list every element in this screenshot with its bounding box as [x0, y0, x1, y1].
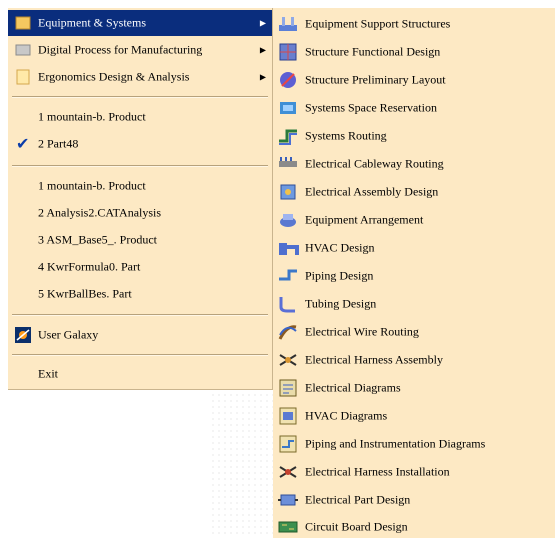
menu-item-ergonomics[interactable]: Ergonomics Design & Analysis ▶ [8, 64, 272, 90]
cableway-routing-icon [279, 157, 297, 167]
harness-assembly-icon [279, 354, 297, 366]
recent-window-label: 1 mountain-b. Product [38, 109, 146, 124]
submenu-item-label: Electrical Diagrams [305, 380, 401, 395]
menu-item-exit[interactable]: Exit [8, 361, 272, 387]
submenu-item-equipment-support[interactable]: Equipment Support Structures [273, 10, 555, 38]
menu-separator [12, 314, 268, 316]
submenu-item-label: Systems Space Reservation [305, 100, 437, 115]
submenu-item-harness-assembly[interactable]: Electrical Harness Assembly [273, 346, 555, 374]
recent-file-item[interactable]: 1 mountain-b. Product [8, 173, 272, 199]
menu-separator [12, 96, 268, 98]
hvac-diagrams-icon [279, 407, 297, 425]
menu-item-label: Exit [38, 366, 58, 381]
submenu-item-label: Electrical Cableway Routing [305, 156, 444, 171]
circuit-board-icon [278, 521, 298, 533]
ergonomics-icon [16, 69, 30, 85]
submenu-item-label: Electrical Harness Installation [305, 464, 450, 479]
submenu-item-piping-instrumentation[interactable]: Piping and Instrumentation Diagrams [273, 430, 555, 458]
submenu-item-label: Piping Design [305, 268, 374, 283]
submenu-item-structure-preliminary[interactable]: Structure Preliminary Layout [273, 66, 555, 94]
piping-design-icon [279, 269, 297, 281]
submenu-item-electrical-assembly[interactable]: Electrical Assembly Design [273, 178, 555, 206]
user-galaxy-icon [15, 327, 31, 343]
menu-item-label: Digital Process for Manufacturing [38, 42, 203, 57]
menu-item-digital-process[interactable]: Digital Process for Manufacturing ▶ [8, 37, 272, 63]
submenu-item-electrical-diagrams[interactable]: Electrical Diagrams [273, 374, 555, 402]
menu-item-label: Equipment & Systems [38, 15, 146, 30]
systems-routing-icon [279, 129, 297, 145]
submenu-item-label: Electrical Harness Assembly [305, 352, 443, 367]
electrical-assembly-icon [280, 184, 296, 200]
submenu-item-wire-routing[interactable]: Electrical Wire Routing [273, 318, 555, 346]
submenu-item-label: Structure Preliminary Layout [305, 72, 446, 87]
submenu-item-piping-design[interactable]: Piping Design [273, 262, 555, 290]
submenu-item-harness-installation[interactable]: Electrical Harness Installation [273, 458, 555, 486]
submenu-item-label: Equipment Support Structures [305, 16, 451, 31]
submenu-item-hvac-design[interactable]: HVAC Design [273, 234, 555, 262]
recent-window-item[interactable]: ✔ 2 Part48 [8, 131, 272, 157]
submenu-item-hvac-diagrams[interactable]: HVAC Diagrams [273, 402, 555, 430]
submenu-arrow-icon: ▶ [259, 45, 266, 55]
recent-file-item[interactable]: 3 ASM_Base5_. Product [8, 227, 272, 253]
electrical-diagrams-icon [279, 379, 297, 397]
digital-process-icon [15, 44, 31, 56]
piping-instrumentation-icon [279, 435, 297, 453]
submenu-item-label: Structure Functional Design [305, 44, 441, 59]
menu-separator [12, 165, 268, 167]
equipment-systems-icon [15, 16, 31, 30]
recent-file-label: 2 Analysis2.CATAnalysis [38, 205, 162, 220]
submenu-item-cableway-routing[interactable]: Electrical Cableway Routing [273, 150, 555, 178]
recent-window-label: 2 Part48 [38, 136, 79, 151]
submenu-item-label: Circuit Board Design [305, 519, 408, 534]
submenu-item-label: Systems Routing [305, 128, 387, 143]
submenu-item-label: HVAC Diagrams [305, 408, 388, 423]
submenu-item-label: Electrical Wire Routing [305, 324, 419, 339]
menu-item-user-galaxy[interactable]: User Galaxy [8, 322, 272, 348]
electrical-part-icon [278, 494, 298, 506]
submenu-item-circuit-board[interactable]: Circuit Board Design [273, 513, 555, 541]
submenu-item-label: Electrical Assembly Design [305, 184, 439, 199]
menu-item-label: User Galaxy [38, 327, 99, 342]
submenu-item-structure-functional[interactable]: Structure Functional Design [273, 38, 555, 66]
menu-separator [12, 354, 268, 356]
wire-routing-icon [278, 325, 297, 340]
hvac-design-icon [279, 243, 299, 255]
tubing-design-icon [279, 297, 295, 313]
menu-item-label: Ergonomics Design & Analysis [38, 69, 190, 84]
checkmark-icon: ✔ [16, 134, 30, 153]
start-menu: Equipment & Systems ▶ Digital Process fo… [8, 8, 273, 390]
submenu-item-label: Piping and Instrumentation Diagrams [305, 436, 486, 451]
structure-preliminary-icon [280, 72, 296, 88]
submenu-item-label: Equipment Arrangement [305, 212, 424, 227]
submenu-arrow-icon: ▶ [259, 72, 266, 82]
recent-file-label: 3 ASM_Base5_. Product [38, 232, 158, 247]
recent-file-item[interactable]: 2 Analysis2.CATAnalysis [8, 200, 272, 226]
recent-window-item[interactable]: 1 mountain-b. Product [8, 104, 272, 130]
equipment-systems-submenu: Equipment Support Structures Structure F… [273, 8, 555, 538]
submenu-item-equipment-arrangement[interactable]: Equipment Arrangement [273, 206, 555, 234]
space-reservation-icon [280, 102, 296, 114]
harness-installation-icon [279, 466, 297, 478]
submenu-item-tubing-design[interactable]: Tubing Design [273, 290, 555, 318]
recent-file-item[interactable]: 4 KwrFormula0. Part [8, 254, 272, 280]
structure-functional-icon [279, 43, 297, 61]
recent-file-item[interactable]: 5 KwrBallBes. Part [8, 281, 272, 307]
submenu-arrow-icon: ▶ [259, 18, 266, 28]
submenu-item-space-reservation[interactable]: Systems Space Reservation [273, 94, 555, 122]
equipment-arrangement-icon [280, 214, 296, 227]
recent-file-label: 5 KwrBallBes. Part [38, 286, 132, 301]
recent-file-label: 4 KwrFormula0. Part [38, 259, 141, 274]
submenu-item-label: HVAC Design [305, 240, 375, 255]
submenu-item-systems-routing[interactable]: Systems Routing [273, 122, 555, 150]
submenu-item-electrical-part[interactable]: Electrical Part Design [273, 486, 555, 514]
equipment-support-icon [279, 17, 297, 31]
submenu-item-label: Tubing Design [305, 296, 377, 311]
submenu-item-label: Electrical Part Design [305, 492, 411, 507]
menu-item-equipment-systems[interactable]: Equipment & Systems ▶ [8, 10, 272, 36]
recent-file-label: 1 mountain-b. Product [38, 178, 146, 193]
